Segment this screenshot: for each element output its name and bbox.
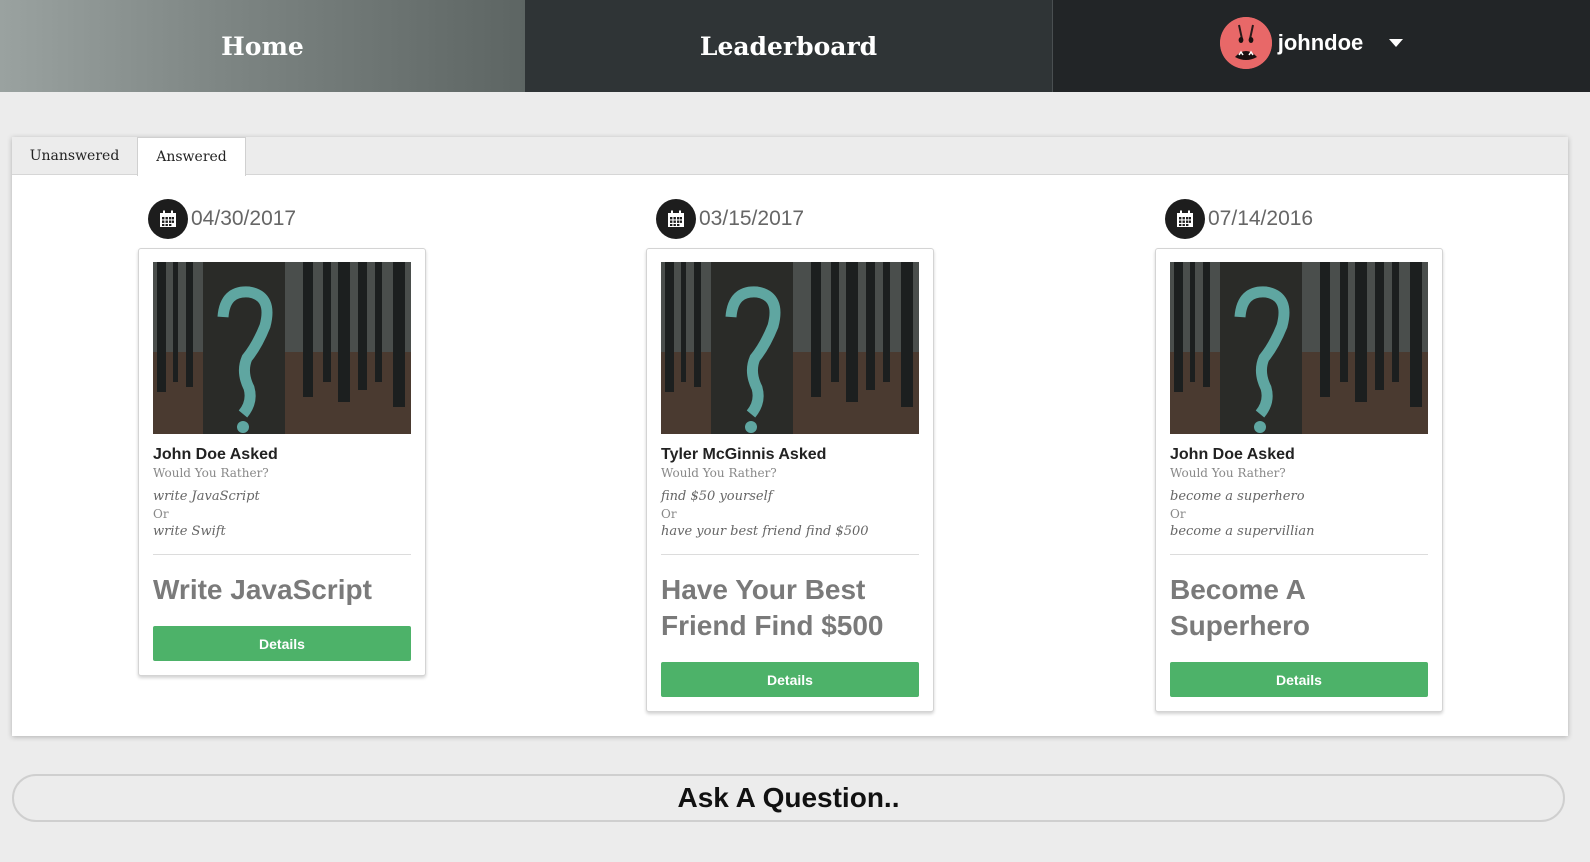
tab-unanswered[interactable]: Unanswered [12,137,137,175]
caret-down-icon[interactable] [1389,39,1404,47]
calendar-icon [148,199,188,239]
or-separator: Or [661,507,677,521]
calendar-icon [656,199,696,239]
option-one: find $50 yourself [661,489,773,504]
asker-name: Tyler McGinnis Asked [661,446,827,463]
option-two: write Swift [153,524,226,539]
avatar-face-icon [1219,17,1272,69]
question-date: 07/14/2016 [1208,207,1314,230]
calendar-icon [1165,199,1205,239]
option-two: have your best friend find $500 [661,524,869,539]
question-card: Tyler McGinnis Asked Would You Rather? f… [646,248,934,712]
question-date: 04/30/2017 [191,207,297,230]
divider [1170,554,1428,555]
question-mark-tree-image [1170,262,1428,434]
question-prompt: Would You Rather? [1170,466,1286,480]
selected-answer: Have Your Best Friend Find $500 [661,574,884,641]
question-mark-tree-image [661,262,919,434]
divider [153,554,411,555]
user-menu-content[interactable]: johndoe [1219,17,1404,69]
asker-name: John Doe Asked [1170,446,1295,463]
username-label: johndoe [1277,30,1364,55]
details-button[interactable]: Details [153,626,411,661]
avatar [1219,17,1272,69]
details-button[interactable]: Details [661,662,919,697]
tab-bar: Unanswered Answered [12,137,1568,176]
question-date: 03/15/2017 [699,207,805,230]
selected-answer: Write JavaScript [153,574,372,605]
question-column: 03/15/2017 Tyler McGinnis Asked Would Yo… [646,199,934,712]
top-nav: Home Leaderboard johndoe [0,0,1590,92]
question-card: John Doe Asked Would You Rather? become … [1155,248,1443,712]
question-prompt: Would You Rather? [153,466,269,480]
ask-question-button[interactable]: Ask A Question.. [12,774,1565,822]
divider [661,554,919,555]
option-one: become a superhero [1170,489,1305,504]
question-column: 04/30/2017 John Doe Asked Would You Rath… [138,199,426,676]
user-menu[interactable]: johndoe [1053,0,1590,92]
nav-home-link[interactable]: Home [0,0,525,92]
nav-leaderboard-link[interactable]: Leaderboard [525,0,1053,92]
date-row: 03/15/2017 [656,199,934,239]
option-one: write JavaScript [153,489,260,504]
question-prompt: Would You Rather? [661,466,777,480]
asker-name: John Doe Asked [153,446,278,463]
question-column: 07/14/2016 John Doe Asked Would You Rath… [1155,199,1443,712]
option-two: become a supervillian [1170,524,1315,539]
question-mark-tree-image [153,262,411,434]
questions-panel: Unanswered Answered 04/30/2017 John Doe … [12,137,1568,736]
or-separator: Or [1170,507,1186,521]
question-card: John Doe Asked Would You Rather? write J… [138,248,426,676]
selected-answer: Become A Superhero [1170,574,1311,641]
or-separator: Or [153,507,169,521]
date-row: 07/14/2016 [1165,199,1443,239]
tab-answered[interactable]: Answered [137,137,246,176]
details-button[interactable]: Details [1170,662,1428,697]
date-row: 04/30/2017 [148,199,426,239]
